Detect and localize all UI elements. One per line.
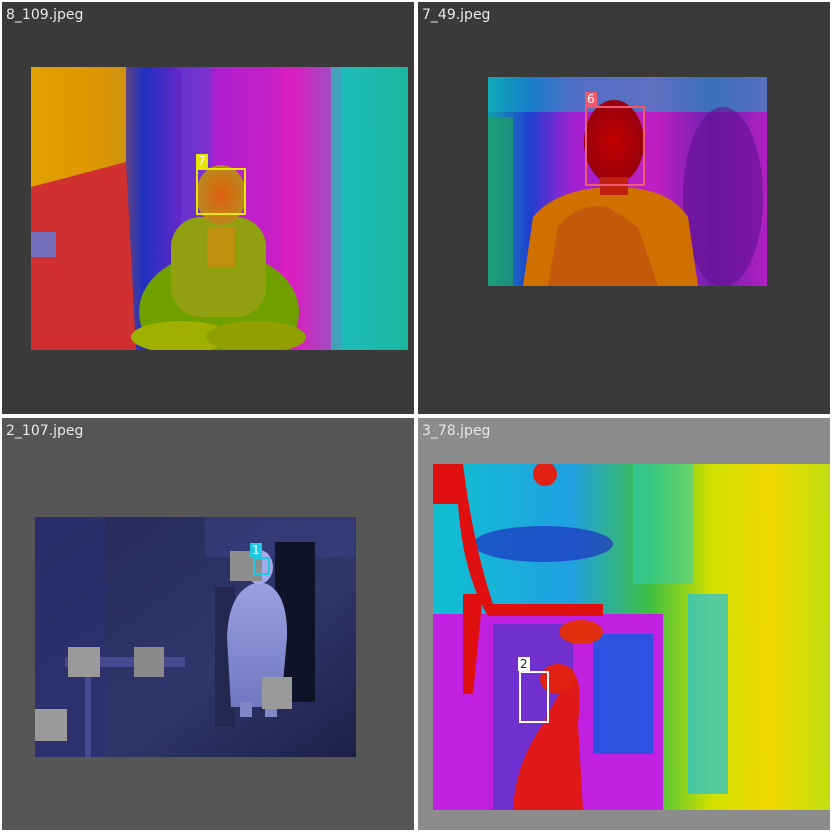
thermal-image	[35, 517, 356, 757]
detection-box	[253, 557, 270, 575]
image-filename: 2_107.jpeg	[6, 423, 84, 439]
image-grid: 8_109.jpeg 7 7_49.jpeg 6 2_107.jpeg 1 3_…	[0, 0, 832, 832]
image-tile[interactable]: 7_49.jpeg 6	[418, 2, 830, 414]
thermal-image	[433, 464, 830, 810]
image-filename: 7_49.jpeg	[422, 7, 491, 23]
detection-box	[585, 106, 645, 186]
image-tile[interactable]: 3_78.jpeg 2	[418, 418, 830, 830]
detection-box	[196, 168, 246, 215]
image-tile[interactable]: 8_109.jpeg 7	[2, 2, 414, 414]
image-tile[interactable]: 2_107.jpeg 1	[2, 418, 414, 830]
detection-label: 7	[196, 154, 208, 168]
detection-label: 2	[518, 657, 530, 671]
detection-label: 6	[585, 92, 597, 106]
image-filename: 8_109.jpeg	[6, 7, 84, 23]
image-filename: 3_78.jpeg	[422, 423, 491, 439]
detection-label: 1	[250, 543, 262, 557]
detection-box	[519, 671, 549, 723]
